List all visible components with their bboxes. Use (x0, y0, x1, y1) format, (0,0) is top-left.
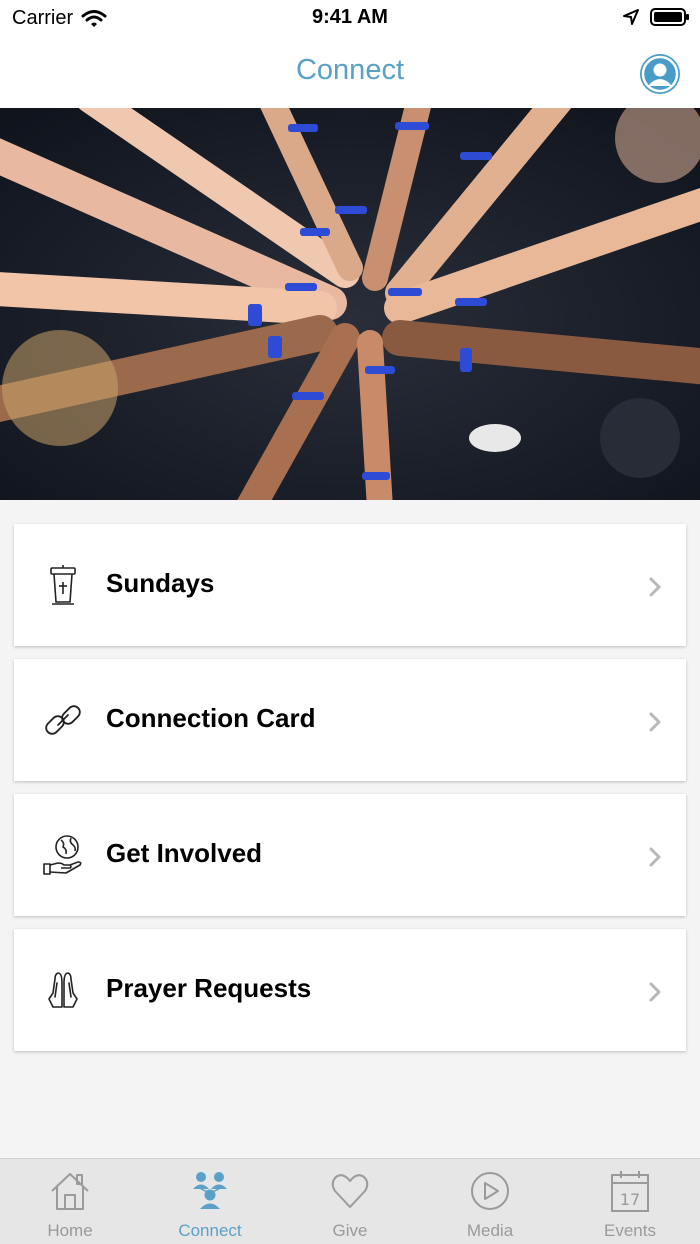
avatar-icon (641, 55, 679, 93)
tab-label: Home (47, 1221, 93, 1240)
globe-hand-icon (43, 835, 82, 875)
play-icon (471, 1172, 509, 1210)
tab-label: Media (466, 1221, 514, 1240)
hands-together-illustration (0, 108, 700, 500)
menu-item-label: Connection Card (106, 703, 316, 733)
people-icon (193, 1172, 227, 1209)
battery-icon (650, 8, 689, 26)
chevron-right-icon (649, 577, 661, 597)
menu-item-label: Sundays (106, 568, 215, 598)
tab-home[interactable]: Home (0, 1159, 140, 1244)
status-bar: Carrier 9:41 AM (0, 0, 700, 36)
pulpit-icon (50, 565, 76, 605)
menu-item-sundays[interactable]: Sundays (14, 524, 686, 646)
chevron-right-icon (649, 982, 661, 1002)
location-arrow-icon (623, 9, 639, 25)
tab-bar: Home Connect Give Media 17 Events (0, 1158, 700, 1244)
tab-label: Give (332, 1221, 368, 1240)
calendar-date: 17 (620, 1190, 640, 1209)
tab-events[interactable]: 17 Events (560, 1159, 700, 1244)
chevron-right-icon (649, 847, 661, 867)
menu-item-label: Get Involved (106, 838, 263, 868)
page-title: Connect (295, 54, 404, 86)
praying-hands-icon (48, 972, 78, 1008)
chevron-right-icon (649, 712, 661, 732)
menu-item-prayer-requests[interactable]: Prayer Requests (14, 929, 686, 1051)
calendar-icon: 17 (611, 1171, 649, 1212)
connect-menu-list: Sundays Connection Card Get Involved Pra… (14, 524, 686, 1064)
profile-button[interactable] (640, 54, 680, 94)
clock: 9:41 AM (312, 6, 388, 28)
tab-label: Connect (178, 1221, 242, 1240)
tab-give[interactable]: Give (280, 1159, 420, 1244)
navigation-bar: Connect (0, 36, 700, 108)
hero-image (0, 108, 700, 500)
menu-item-connection-card[interactable]: Connection Card (14, 659, 686, 781)
tab-media[interactable]: Media (420, 1159, 560, 1244)
link-icon (45, 705, 81, 735)
home-icon (51, 1173, 89, 1210)
tab-label: Events (604, 1221, 656, 1240)
menu-item-label: Prayer Requests (106, 973, 312, 1003)
heart-icon (331, 1174, 369, 1208)
tab-connect[interactable]: Connect (140, 1159, 280, 1244)
menu-item-get-involved[interactable]: Get Involved (14, 794, 686, 916)
